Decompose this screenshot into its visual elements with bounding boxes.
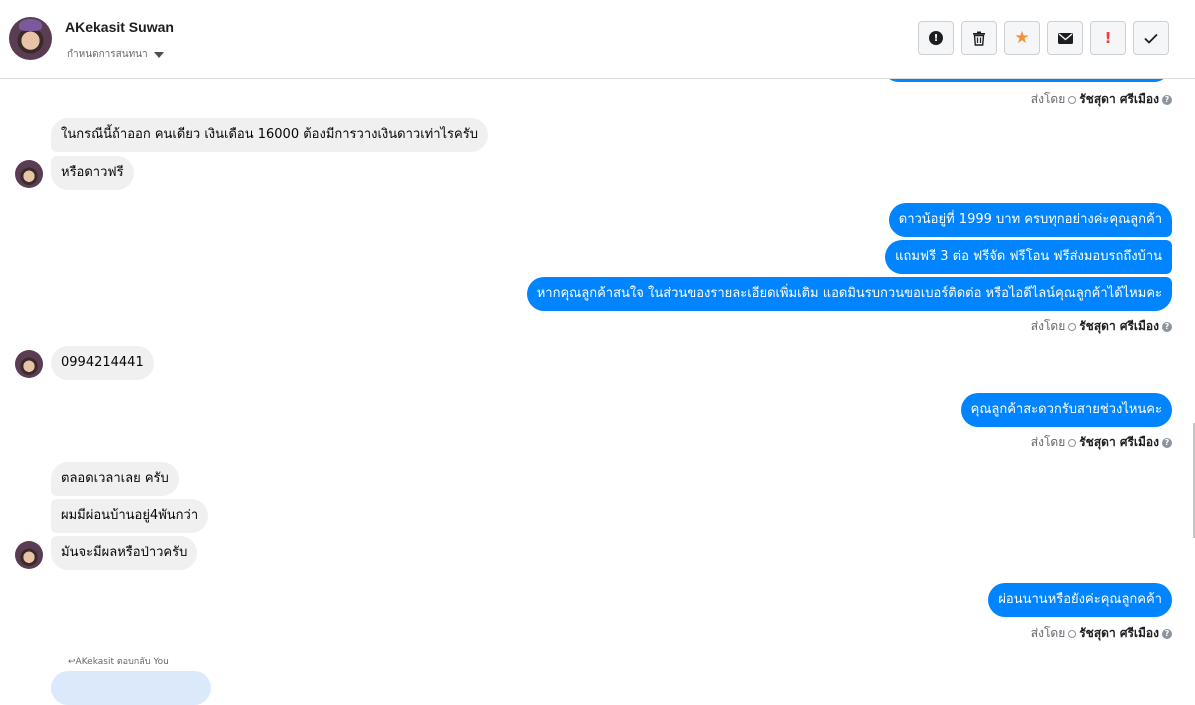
message-bubble-outgoing[interactable]: คุณลูกค้าสะดวกรับสายช่วงไหนคะ [960, 393, 1172, 427]
trash-icon [973, 31, 985, 46]
message-bubble-outgoing[interactable]: หากคุณลูกค้าสนใจ ในส่วนของรายละเอียดเพิ่… [526, 277, 1172, 311]
sender-name[interactable]: รัชสุดา ศรีเมือง [1079, 317, 1159, 336]
status-dot-icon [1068, 322, 1077, 331]
sender-name[interactable]: รัชสุดา ศรีเมือง [1079, 90, 1159, 109]
sent-by-prefix: ส่งโดย [1030, 626, 1066, 640]
priority-button[interactable]: ! [1090, 21, 1126, 55]
caret-down-icon [153, 51, 164, 58]
sent-by-line: ส่งโดย รัชสุดา ศรีเมือง ? [1031, 317, 1172, 336]
sender-name[interactable]: รัชสุดา ศรีเมือง [1079, 624, 1159, 643]
star-button[interactable]: ★ [1004, 21, 1040, 55]
contact-avatar-small [15, 160, 43, 188]
status-dot-icon [1068, 438, 1077, 447]
mark-done-button[interactable] [1133, 21, 1169, 55]
reply-label-text: AKekasit ตอบกลับ You [75, 657, 169, 667]
delete-button[interactable] [961, 21, 997, 55]
conversation-schedule-dropdown[interactable]: กำหนดการสนทนา [67, 47, 164, 62]
sender-name[interactable]: รัชสุดา ศรีเมือง [1079, 433, 1159, 452]
message-bubble-incoming[interactable]: หรือดาวฟรี [51, 156, 134, 190]
info-circle-icon: ! [929, 31, 943, 45]
status-dot-icon [1068, 629, 1077, 638]
contact-avatar[interactable] [9, 17, 52, 60]
mail-icon [1057, 32, 1073, 44]
conversation-header: AKekasit Suwan กำหนดการสนทนา ! ★ ! [0, 0, 1195, 79]
reply-icon: ↩ [68, 657, 76, 667]
contact-name[interactable]: AKekasit Suwan [65, 19, 174, 35]
quoted-message-bubble[interactable] [51, 671, 211, 705]
help-icon[interactable]: ? [1162, 321, 1172, 332]
message-bubble-incoming[interactable]: ตลอดเวลาเลย ครับ [51, 462, 179, 496]
check-icon [1144, 33, 1158, 44]
message-bubble-incoming[interactable]: ผมมีผ่อนบ้านอยู่4พันกว่า [51, 499, 209, 533]
sent-by-prefix: ส่งโดย [1030, 92, 1066, 106]
priority-flag-icon: ! [1104, 29, 1112, 47]
help-icon[interactable]: ? [1162, 94, 1172, 105]
sent-by-line: ส่งโดย รัชสุดา ศรีเมือง ? [1031, 624, 1172, 643]
sent-by-line: ส่งโดย รัชสุดา ศรีเมือง ? [1031, 433, 1172, 452]
help-icon[interactable]: ? [1162, 437, 1172, 448]
message-bubble-outgoing[interactable]: ผ่อนนานหรือยังค่ะคุณลูกคค้า [988, 583, 1172, 617]
reply-indicator: ↩AKekasit ตอบกลับ You [68, 654, 169, 668]
sent-by-prefix: ส่งโดย [1030, 435, 1066, 449]
contact-avatar-small [15, 350, 43, 378]
message-bubble-incoming[interactable]: ในกรณีนี้ถ้าออก คนเดียว เงินเดือน 16000 … [51, 118, 488, 152]
header-actions: ! ★ ! [918, 21, 1169, 55]
contact-avatar-small [15, 541, 43, 569]
status-dot-icon [1068, 95, 1077, 104]
info-button[interactable]: ! [918, 21, 954, 55]
message-bubble-outgoing[interactable]: แถมฟรี 3 ต่อ ฟรีจัด ฟรีโอน ฟรีส่งมอบรถถึ… [885, 240, 1172, 274]
message-bubble-incoming[interactable]: มันจะมีผลหรือป่าวครับ [51, 536, 198, 570]
sent-by-prefix: ส่งโดย [1030, 319, 1066, 333]
message-bubble-incoming[interactable]: 0994214441 [51, 346, 154, 380]
sent-by-line: ส่งโดย รัชสุดา ศรีเมือง ? [1031, 90, 1172, 109]
conversation-schedule-label: กำหนดการสนทนา [67, 49, 148, 60]
mail-button[interactable] [1047, 21, 1083, 55]
star-icon: ★ [1014, 28, 1030, 48]
message-bubble-outgoing[interactable]: ดาวน้อยู่ที่ 1999 บาท ครบทุกอย่างค่ะคุณล… [888, 203, 1172, 237]
help-icon[interactable]: ? [1162, 628, 1172, 639]
